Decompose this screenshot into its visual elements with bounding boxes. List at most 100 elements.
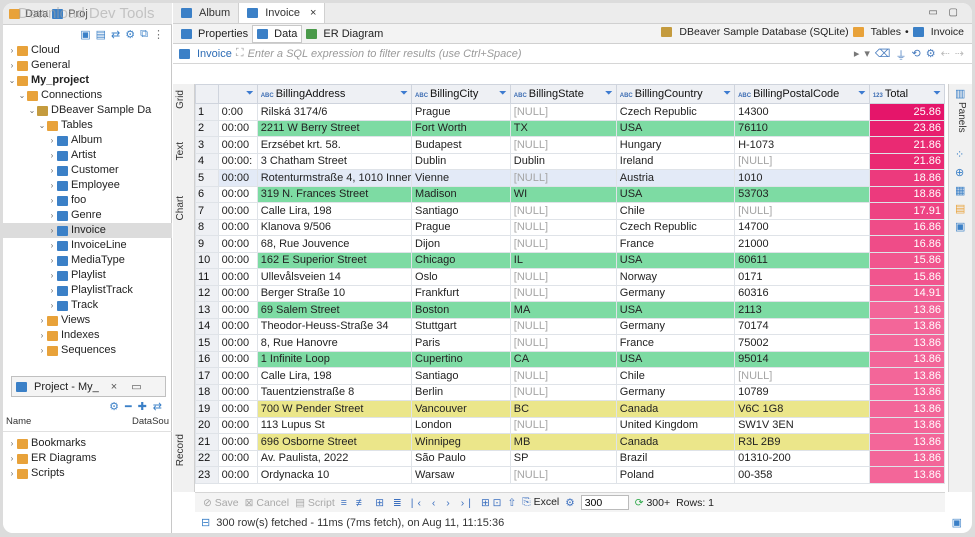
cell-zip[interactable]: H-1073: [734, 136, 870, 154]
cell-zip[interactable]: [NULL]: [734, 202, 870, 220]
cell-zip[interactable]: 60611: [734, 251, 870, 269]
tab-properties[interactable]: Properties: [177, 25, 252, 43]
chevron-right-icon[interactable]: ›: [47, 193, 57, 208]
settings-icon[interactable]: ⚙: [926, 47, 936, 63]
tree-item[interactable]: ⌄ Tables: [3, 118, 172, 133]
tree-item[interactable]: › Genre: [3, 208, 172, 223]
tab-database-navigator[interactable]: Data: [9, 8, 48, 20]
cell-addr[interactable]: 69 Salem Street: [256, 301, 413, 319]
add-icon[interactable]: ✚: [138, 400, 147, 413]
cell-dt[interactable]: 00:00: [217, 350, 258, 368]
panel-toggle-icon[interactable]: ▣: [952, 516, 962, 529]
cell-dt[interactable]: 00:00: [217, 449, 258, 467]
table-row[interactable]: 16 00:00 1 Infinite Loop Cupertino CA USA 9501…: [195, 350, 945, 368]
cell-country[interactable]: Germany: [615, 383, 736, 401]
cell-state[interactable]: Dublin: [509, 152, 617, 170]
chevron-right-icon[interactable]: ›: [7, 436, 17, 451]
cell-addr[interactable]: 696 Osborne Street: [256, 433, 413, 451]
chevron-right-icon[interactable]: ›: [47, 238, 57, 253]
fetch-more-button[interactable]: ⟳ 300+: [635, 497, 670, 509]
cell-city[interactable]: Santiago: [411, 367, 511, 385]
column-header[interactable]: ABC BillingCountry ⏷: [615, 84, 736, 104]
column-header[interactable]: 123 Total ⏷: [868, 84, 945, 104]
table-row[interactable]: 21 00:00 696 Osborne Street Winnipeg MB Canad…: [195, 433, 945, 451]
cell-city[interactable]: Vienne: [411, 169, 511, 187]
cell-state[interactable]: BC: [509, 400, 617, 418]
table-row[interactable]: 22 00:00 Av. Paulista, 2022 São Paulo SP Braz…: [195, 449, 945, 467]
cell-n[interactable]: 11: [195, 268, 219, 286]
cell-addr[interactable]: 700 W Pender Street: [256, 400, 413, 418]
eraser-icon[interactable]: ⌫: [875, 47, 891, 63]
filter-input[interactable]: Enter a SQL expression to filter results…: [248, 48, 522, 60]
column-filter-icon[interactable]: ⏷: [858, 88, 866, 99]
filter-icon[interactable]: ⏚: [895, 47, 906, 63]
cell-city[interactable]: London: [411, 416, 511, 434]
table-row[interactable]: 11 00:00 Ullevålsveien 14 Oslo [NULL] Norway 0…: [195, 268, 945, 286]
cell-city[interactable]: Vancouver: [411, 400, 511, 418]
column-header[interactable]: ABC BillingPostalCode ⏷: [734, 84, 870, 104]
cell-n[interactable]: 23: [195, 466, 219, 484]
tree-item[interactable]: ⌄ My_project: [3, 73, 172, 88]
palette-icon[interactable]: ⁘: [955, 148, 964, 161]
cell-n[interactable]: 15: [195, 334, 219, 352]
cell-dt[interactable]: 00:00: [217, 235, 258, 253]
cell-dt[interactable]: 00:00: [217, 301, 258, 319]
cell-n[interactable]: 3: [195, 136, 219, 154]
cell-country[interactable]: Brazil: [615, 449, 736, 467]
table-row[interactable]: 1 0:00 Rilská 3174/6 Prague [NULL] Czech Repu…: [195, 103, 945, 121]
tree-item[interactable]: › Customer: [3, 163, 172, 178]
chevron-right-icon[interactable]: ›: [7, 43, 17, 58]
cell-country[interactable]: Canada: [615, 400, 736, 418]
tree-item[interactable]: › Indexes: [3, 328, 172, 343]
gear-icon[interactable]: ⚙: [125, 28, 135, 41]
tree-item[interactable]: › Playlist: [3, 268, 172, 283]
cell-state[interactable]: [NULL]: [509, 466, 617, 484]
table-row[interactable]: 2 00:00 2211 W Berry Street Fort Worth TX USA…: [195, 119, 945, 137]
cell-country[interactable]: Czech Republic: [615, 103, 736, 121]
cell-country[interactable]: Czech Republic: [615, 218, 736, 236]
cell-total[interactable]: 13.86: [868, 466, 945, 484]
chevron-down-icon[interactable]: ⌄: [7, 73, 17, 88]
link-icon[interactable]: ⇄: [111, 28, 120, 41]
cell-zip[interactable]: 21000: [734, 235, 870, 253]
page-navigation[interactable]: |‹ ‹ › ›|: [411, 497, 475, 509]
cell-dt[interactable]: 00:00: [217, 119, 258, 137]
menu-icon[interactable]: ⋮: [153, 28, 164, 41]
cell-state[interactable]: MB: [509, 433, 617, 451]
tree-item[interactable]: › Artist: [3, 148, 172, 163]
cell-total[interactable]: 18.86: [868, 169, 945, 187]
cell-country[interactable]: Chile: [615, 202, 736, 220]
cell-zip[interactable]: 10789: [734, 383, 870, 401]
chevron-right-icon[interactable]: ›: [47, 148, 57, 163]
tab-data[interactable]: Data: [252, 24, 303, 43]
cell-total[interactable]: 13.86: [868, 301, 945, 319]
cell-zip[interactable]: V6C 1G8: [734, 400, 870, 418]
cell-total[interactable]: 21.86: [868, 152, 945, 170]
tab-chart[interactable]: Chart: [175, 196, 186, 220]
tree-item[interactable]: › Album: [3, 133, 172, 148]
tree-item[interactable]: ⌄ DBeaver Sample Da: [3, 103, 172, 118]
table-row[interactable]: 4:00:00 3 Chatham Street Dublin Dublin Irela…: [195, 152, 945, 170]
back-icon[interactable]: ⇠: [941, 47, 950, 63]
cell-city[interactable]: Budapest: [411, 136, 511, 154]
column-header[interactable]: ABC BillingAddress ⏷: [256, 84, 413, 104]
cell-addr[interactable]: Erzsébet krt. 58.: [256, 136, 413, 154]
cell-zip[interactable]: 95014: [734, 350, 870, 368]
cell-total[interactable]: 16.86: [868, 235, 945, 253]
cell-total[interactable]: 18.86: [868, 185, 945, 203]
cell-country[interactable]: Hungary: [615, 136, 736, 154]
cell-total[interactable]: 13.86: [868, 317, 945, 335]
tree-item[interactable]: › InvoiceLine: [3, 238, 172, 253]
tab-er-diagram[interactable]: ER Diagram: [302, 25, 387, 43]
cell-country[interactable]: USA: [615, 301, 736, 319]
cell-country[interactable]: United Kingdom: [615, 416, 736, 434]
cell-n[interactable]: 7: [195, 202, 219, 220]
cell-state[interactable]: [NULL]: [509, 268, 617, 286]
chevron-right-icon[interactable]: ›: [47, 253, 57, 268]
cell-n[interactable]: 1: [195, 103, 219, 121]
cell-total[interactable]: 16.86: [868, 218, 945, 236]
close-icon[interactable]: ×: [111, 381, 117, 393]
column-filter-icon[interactable]: ⏷: [400, 88, 408, 99]
script-button[interactable]: ▤ Script: [295, 497, 335, 509]
cell-city[interactable]: Madison: [411, 185, 511, 203]
